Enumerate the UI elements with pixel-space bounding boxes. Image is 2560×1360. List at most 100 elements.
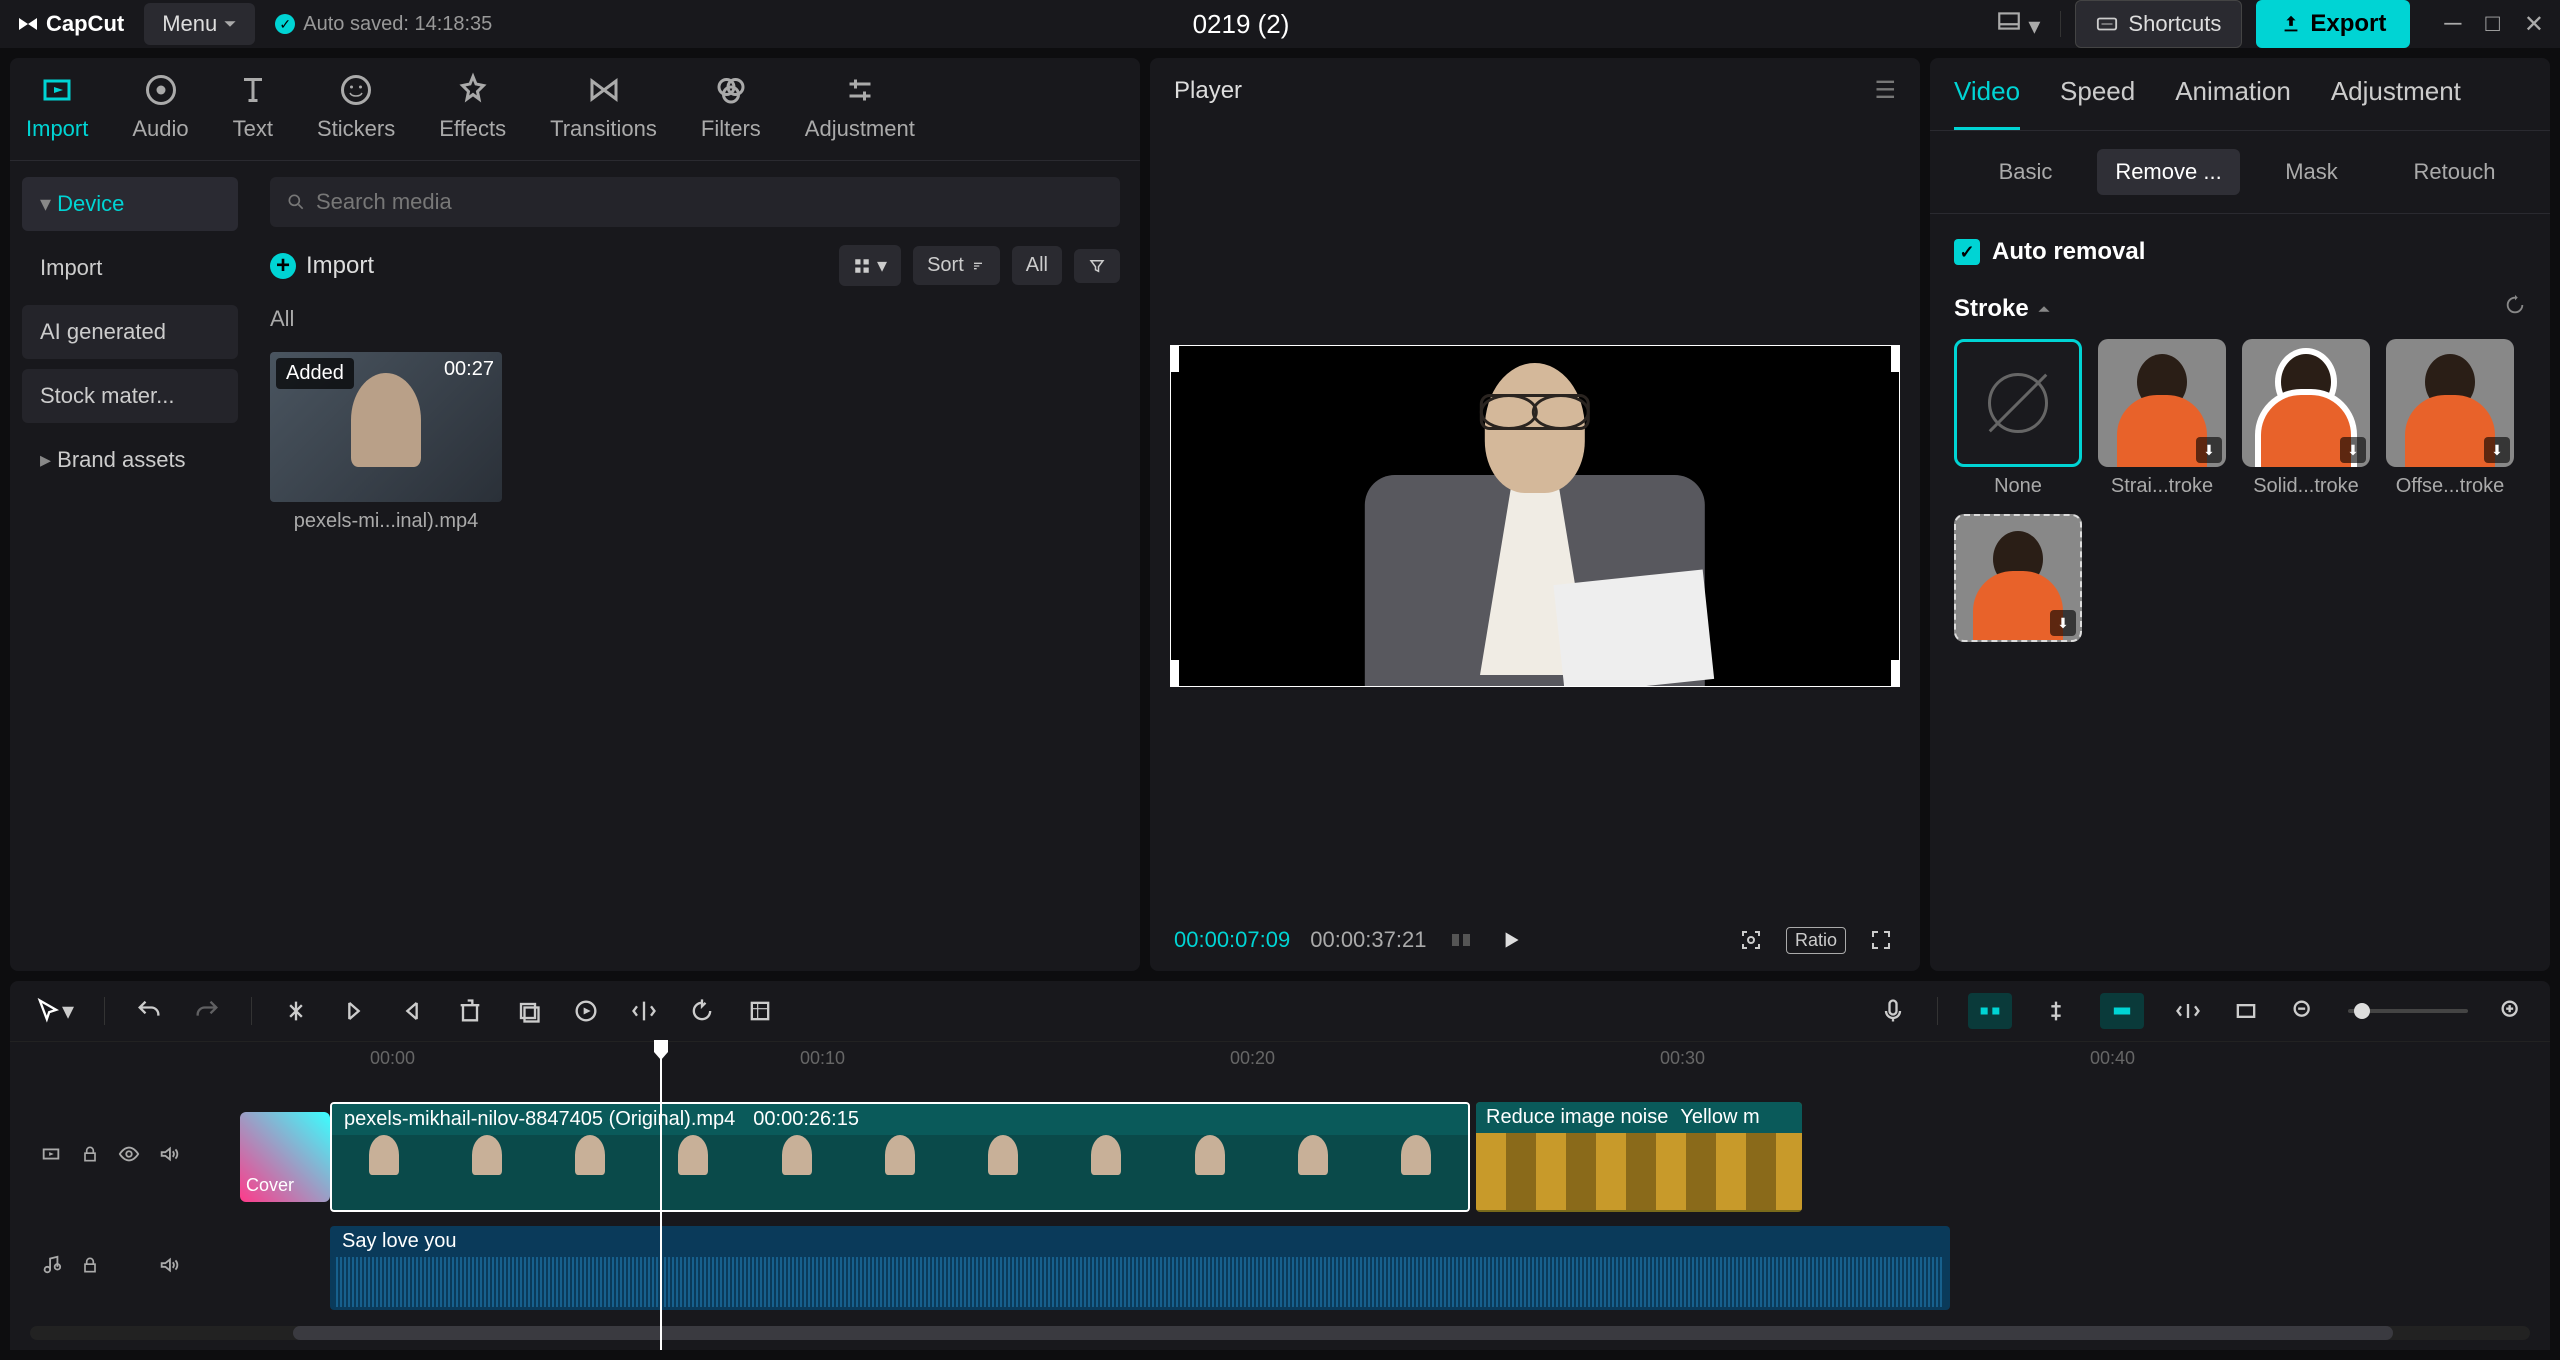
stroke-dashed[interactable]: ⬇ [1954,514,2082,642]
maximize-icon[interactable]: □ [2485,10,2500,39]
crop-tool[interactable] [514,997,542,1025]
tab-filters[interactable]: Filters [701,72,761,160]
player-viewport[interactable] [1170,345,1900,687]
reverse-tool[interactable] [572,997,600,1025]
media-clip[interactable]: Added 00:27 pexels-mi...inal).mp4 [270,352,502,533]
sidebar-item-brand[interactable]: Brand assets [22,433,238,487]
keyboard-icon [2096,13,2118,35]
insp-tab-video[interactable]: Video [1954,76,2020,130]
compare-icon[interactable] [1446,925,1476,955]
view-mode-button[interactable]: ▾ [839,245,901,286]
snap-tool[interactable] [2100,993,2144,1029]
subtab-mask[interactable]: Mask [2240,149,2383,195]
insp-tab-adjustment[interactable]: Adjustment [2331,76,2461,130]
search-input[interactable]: Search media [270,177,1120,227]
tab-stickers[interactable]: Stickers [317,72,395,160]
filters-icon [713,72,749,108]
minimize-icon[interactable]: ─ [2444,10,2461,39]
playhead[interactable] [660,1042,662,1350]
link-tool[interactable] [2042,997,2070,1025]
audio-clip[interactable]: Say love you [330,1226,1950,1310]
transitions-icon [586,72,622,108]
media-sidebar: Device Import AI generated Stock mater..… [10,161,250,971]
close-icon[interactable]: ✕ [2524,10,2544,39]
timeline-toolbar: ▾ [10,981,2550,1042]
subtab-remove[interactable]: Remove ... [2097,149,2240,195]
fullscreen-icon[interactable] [1866,925,1896,955]
subtab-retouch[interactable]: Retouch [2383,149,2526,195]
reset-icon[interactable] [2504,294,2526,323]
timeline-scrollbar[interactable] [30,1326,2530,1340]
timeline-ruler[interactable]: 00:00 00:10 00:20 00:30 00:40 [340,1048,2550,1084]
current-time: 00:00:07:09 [1174,927,1290,953]
insp-tab-speed[interactable]: Speed [2060,76,2135,130]
select-tool[interactable]: ▾ [34,997,74,1026]
media-panel: Import Audio Text Stickers Effects Trans… [10,58,1140,971]
tab-transitions[interactable]: Transitions [550,72,657,160]
split-tool[interactable] [282,997,310,1025]
project-title: 0219 (2) [512,9,1969,40]
delete-tool[interactable] [456,997,484,1025]
tab-text[interactable]: Text [233,72,273,160]
track-lock-icon[interactable] [80,1254,100,1282]
sidebar-item-ai[interactable]: AI generated [22,305,238,359]
layout-icon[interactable]: ▾ [1990,2,2047,47]
mic-tool[interactable] [1879,997,1907,1025]
trim-right-tool[interactable] [398,997,426,1025]
preview-tool[interactable] [2174,997,2202,1025]
tab-effects[interactable]: Effects [439,72,506,160]
audio-icon [143,72,179,108]
stroke-solid[interactable]: ⬇ Solid...troke [2242,339,2370,498]
mirror-tool[interactable] [630,997,658,1025]
all-filter-button[interactable]: All [1012,246,1062,285]
video-clip-1[interactable]: pexels-mikhail-nilov-8847405 (Original).… [330,1102,1470,1212]
track-audio-icon[interactable] [40,1254,62,1283]
sidebar-item-import[interactable]: Import [22,241,238,295]
sidebar-item-device[interactable]: Device [22,177,238,231]
play-button[interactable] [1496,925,1526,955]
freeze-tool[interactable] [746,997,774,1025]
track-lock-icon[interactable] [80,1143,100,1171]
cover-thumbnail[interactable]: Cover [240,1112,330,1202]
track-mute-icon[interactable] [158,1143,180,1172]
magnet-tool[interactable] [1968,993,2012,1029]
focus-icon[interactable] [1736,925,1766,955]
zoom-out-button[interactable] [2290,997,2318,1025]
filter-button[interactable] [1074,249,1120,283]
marker-tool[interactable] [2232,997,2260,1025]
track-mute-icon[interactable] [158,1254,180,1283]
auto-removal-checkbox[interactable]: ✓ [1954,239,1980,265]
ratio-button[interactable]: Ratio [1786,927,1846,954]
stroke-none[interactable]: None [1954,339,2082,498]
sidebar-item-stock[interactable]: Stock mater... [22,369,238,423]
text-icon [235,72,271,108]
track-video-icon[interactable] [40,1143,62,1172]
subtab-basic[interactable]: Basic [1954,149,2097,195]
titlebar: CapCut Menu ✓ Auto saved: 14:18:35 0219 … [0,0,2560,48]
export-button[interactable]: Export [2256,0,2410,48]
trim-left-tool[interactable] [340,997,368,1025]
shortcuts-button[interactable]: Shortcuts [2075,0,2242,48]
zoom-slider[interactable] [2348,1009,2468,1013]
tab-import[interactable]: Import [26,72,88,160]
menu-button[interactable]: Menu [144,3,255,45]
clip-duration: 00:27 [444,358,494,381]
player-menu-icon[interactable]: ☰ [1874,76,1896,105]
player-title: Player [1174,77,1242,105]
waveform [336,1257,1944,1307]
download-icon: ⬇ [2196,437,2222,463]
tab-adjustment[interactable]: Adjustment [805,72,915,160]
insp-tab-animation[interactable]: Animation [2175,76,2291,130]
tab-audio[interactable]: Audio [132,72,188,160]
chevron-up-icon[interactable] [2037,302,2051,316]
video-clip-2[interactable]: Reduce image noise Yellow m [1476,1102,1802,1212]
stroke-offset[interactable]: ⬇ Offse...troke [2386,339,2514,498]
track-visibility-icon[interactable] [118,1143,140,1172]
sort-button[interactable]: Sort [913,246,1000,285]
zoom-in-button[interactable] [2498,997,2526,1025]
undo-button[interactable] [135,997,163,1025]
import-media-button[interactable]: + Import [270,252,374,280]
rotate-tool[interactable] [688,997,716,1025]
redo-button[interactable] [193,997,221,1025]
stroke-straight[interactable]: ⬇ Strai...troke [2098,339,2226,498]
